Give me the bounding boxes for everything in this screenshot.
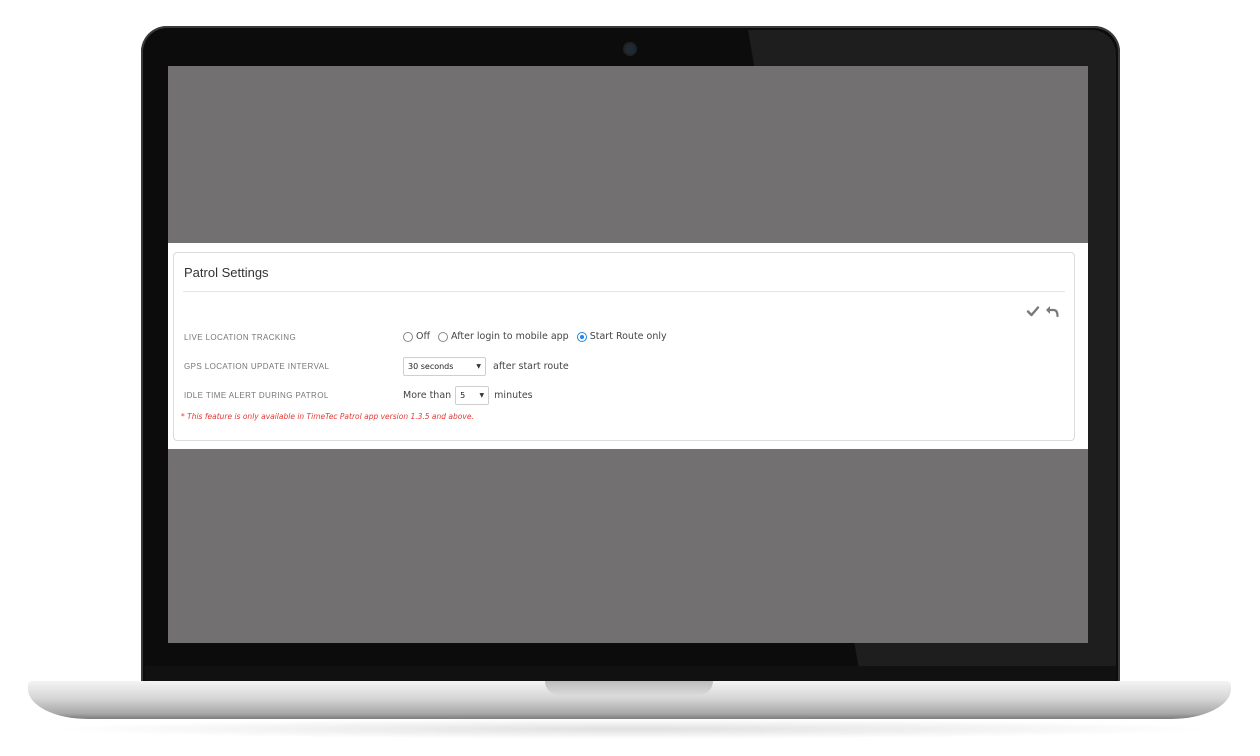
idle-time-alert-control: More than 5 ▼ minutes — [403, 386, 533, 405]
idle-minutes-select[interactable]: 5 ▼ — [455, 386, 490, 405]
radio-off-label[interactable]: Off — [416, 331, 430, 342]
interval-select[interactable]: 30 seconds ▼ — [403, 357, 486, 376]
settings-panel: Patrol Settings LIVE LOCATION TRACKING O… — [168, 243, 1088, 449]
idle-prefix: More than — [403, 390, 452, 401]
radio-off[interactable]: Off — [403, 331, 430, 342]
feature-note: * This feature is only available in Time… — [181, 412, 474, 421]
laptop-screen: Patrol Settings LIVE LOCATION TRACKING O… — [168, 66, 1088, 643]
laptop-shadow — [40, 719, 1220, 739]
radio-after-login[interactable]: After login to mobile app — [438, 331, 569, 342]
radio-after-login-label[interactable]: After login to mobile app — [451, 331, 569, 342]
gps-update-interval-control: 30 seconds ▼ after start route — [403, 357, 569, 376]
undo-icon[interactable] — [1045, 304, 1059, 318]
interval-suffix: after start route — [493, 361, 569, 372]
page-title: Patrol Settings — [184, 265, 269, 280]
idle-minutes-value[interactable]: 5 — [460, 391, 465, 400]
laptop-hinge — [145, 666, 1116, 682]
patrol-settings-card: Patrol Settings LIVE LOCATION TRACKING O… — [173, 252, 1075, 441]
radio-start-route-only-label[interactable]: Start Route only — [590, 331, 667, 342]
idle-time-alert-label: IDLE TIME ALERT DURING PATROL — [184, 391, 329, 400]
chevron-down-icon[interactable]: ▼ — [476, 363, 481, 370]
radio-after-login-icon[interactable] — [438, 331, 449, 342]
live-location-tracking-label: LIVE LOCATION TRACKING — [184, 333, 297, 342]
idle-suffix: minutes — [494, 390, 533, 401]
divider — [183, 291, 1065, 292]
radio-off-icon[interactable] — [403, 331, 413, 342]
laptop-notch — [545, 681, 713, 695]
interval-select-value[interactable]: 30 seconds — [408, 362, 453, 371]
camera-icon — [625, 44, 635, 54]
radio-start-route-only-icon[interactable] — [576, 331, 587, 342]
check-icon[interactable] — [1026, 304, 1040, 318]
live-location-tracking-options: Off After login to mobile app Start Rout… — [403, 331, 670, 342]
chevron-down-icon[interactable]: ▼ — [480, 392, 485, 399]
radio-start-route-only[interactable]: Start Route only — [576, 331, 667, 342]
gps-update-interval-label: GPS LOCATION UPDATE INTERVAL — [184, 362, 330, 371]
